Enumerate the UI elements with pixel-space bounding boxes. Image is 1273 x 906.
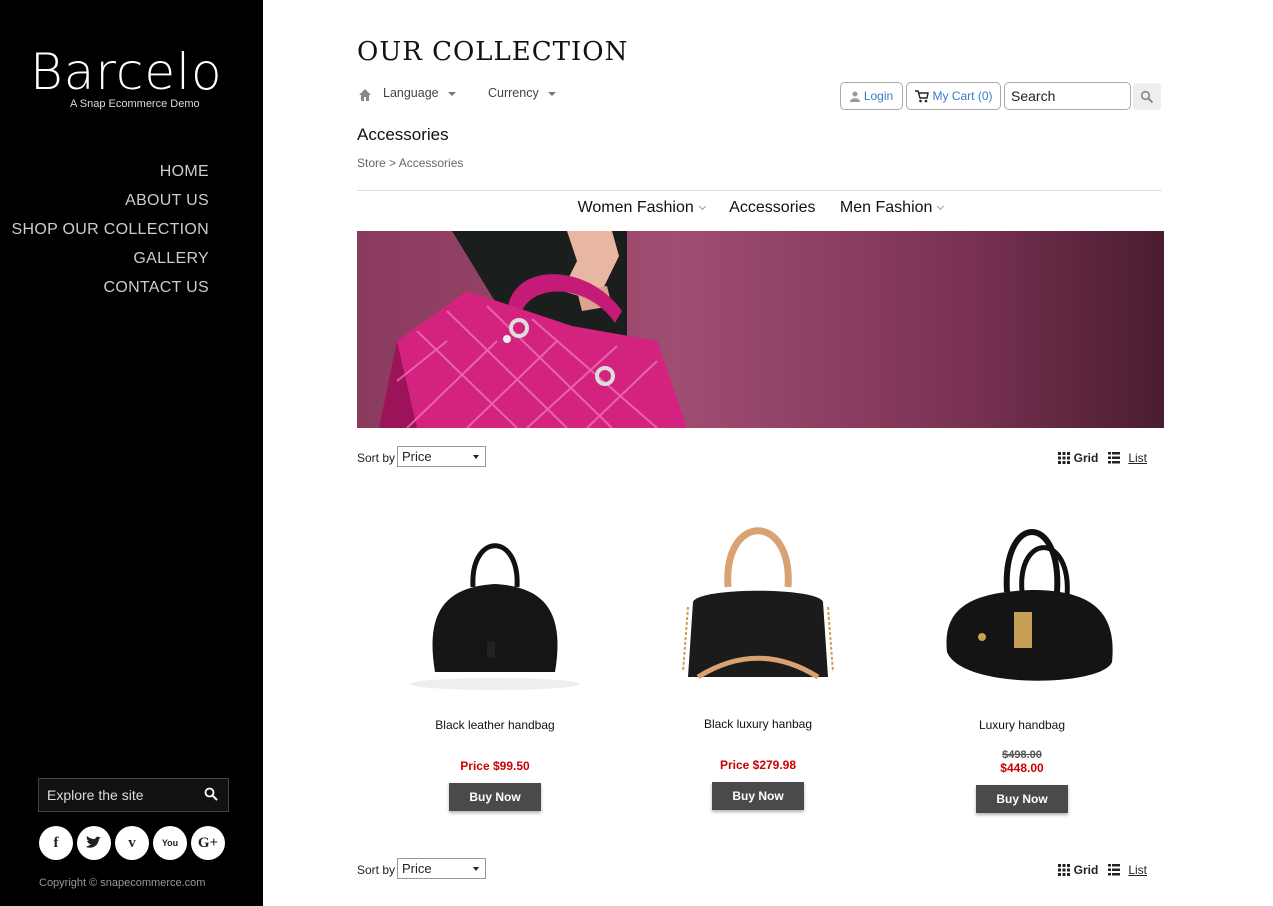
- grid-icon[interactable]: [1057, 864, 1070, 876]
- product-image[interactable]: [395, 512, 595, 697]
- sort-label: Sort by: [357, 863, 396, 877]
- chevron-down-icon: [937, 202, 945, 211]
- banner-handbag-image: [379, 231, 687, 428]
- chevron-down-icon: [447, 91, 456, 96]
- home-icon[interactable]: [358, 88, 372, 102]
- category-title: Accessories: [357, 125, 449, 144]
- nav-shop-collection[interactable]: SHOP OUR COLLECTION: [12, 215, 209, 244]
- sort-value: Price: [402, 861, 432, 876]
- logo-title: Barcelo: [30, 43, 223, 101]
- explore-search: [38, 778, 229, 812]
- cart-icon: [914, 89, 929, 102]
- language-label: Language: [383, 86, 439, 100]
- chevron-down-icon: [473, 455, 479, 459]
- product-name[interactable]: Black luxury hanbag: [643, 717, 873, 731]
- category-banner: [357, 231, 1164, 428]
- list-icon[interactable]: [1108, 452, 1121, 464]
- cart-button[interactable]: My Cart (0): [906, 82, 1001, 110]
- product-old-price: $498.00: [1002, 749, 1042, 761]
- view-toggle: Grid List: [1057, 451, 1147, 465]
- breadcrumb[interactable]: Store > Accessories: [357, 156, 463, 170]
- youtube-icon[interactable]: You: [153, 826, 187, 860]
- nav-gallery[interactable]: GALLERY: [12, 244, 209, 273]
- sort-value: Price: [402, 449, 432, 464]
- buy-now-button[interactable]: Buy Now: [449, 783, 541, 811]
- catnav-accessories[interactable]: Accessories: [729, 199, 815, 217]
- list-icon[interactable]: [1108, 864, 1121, 876]
- product-price: Price $99.50: [460, 759, 530, 773]
- search-icon: [1140, 90, 1154, 103]
- cart-label: My Cart (0): [932, 89, 993, 103]
- social-links: f v You G+: [39, 826, 225, 860]
- product-image[interactable]: [658, 512, 858, 697]
- catnav-label: Women Fashion: [577, 199, 694, 216]
- sort-bar-top: Sort by Price Grid List: [357, 446, 1147, 470]
- login-button[interactable]: Login: [840, 82, 903, 110]
- grid-view-label[interactable]: Grid: [1074, 451, 1099, 465]
- sort-label: Sort by: [357, 451, 396, 465]
- currency-dropdown[interactable]: Currency: [488, 86, 556, 100]
- buy-now-button[interactable]: Buy Now: [976, 785, 1068, 813]
- grid-icon[interactable]: [1057, 452, 1070, 464]
- catnav-men-fashion[interactable]: Men Fashion: [839, 199, 945, 217]
- view-toggle: Grid List: [1057, 863, 1147, 877]
- buy-now-button[interactable]: Buy Now: [712, 782, 804, 810]
- search-input[interactable]: [1004, 82, 1131, 110]
- twitter-icon[interactable]: [77, 826, 111, 860]
- logo[interactable]: Barcelo A Snap Ecommerce Demo: [30, 43, 223, 110]
- sort-bar-bottom: Sort by Price Grid List: [357, 858, 1147, 882]
- chevron-down-icon: [473, 867, 479, 871]
- list-view-link[interactable]: List: [1128, 451, 1147, 465]
- currency-label: Currency: [488, 86, 539, 100]
- top-bar: Language Currency Login My Cart (0): [357, 82, 1164, 112]
- sort-select[interactable]: Price: [397, 446, 486, 467]
- product-name[interactable]: Black leather handbag: [380, 718, 610, 732]
- product-card: Luxury handbag $498.00 $448.00 Buy Now: [907, 512, 1137, 813]
- catnav-women-fashion[interactable]: Women Fashion: [577, 199, 706, 217]
- product-card: Black leather handbag Price $99.50 Buy N…: [380, 512, 610, 811]
- product-card: Black luxury hanbag Price $279.98 Buy No…: [643, 512, 873, 810]
- product-price: Price $279.98: [719, 758, 797, 772]
- language-dropdown[interactable]: Language: [383, 86, 456, 100]
- sort-select[interactable]: Price: [397, 858, 486, 879]
- login-label: Login: [863, 89, 894, 103]
- vimeo-icon[interactable]: v: [115, 826, 149, 860]
- nav-home[interactable]: HOME: [12, 157, 209, 186]
- user-icon: [849, 91, 860, 102]
- side-nav: HOME ABOUT US SHOP OUR COLLECTION GALLER…: [12, 157, 209, 302]
- category-nav: Women Fashion Accessories Men Fashion: [357, 199, 1164, 217]
- divider: [357, 190, 1162, 191]
- sidebar: Barcelo A Snap Ecommerce Demo HOME ABOUT…: [0, 0, 263, 906]
- copyright: Copyright © snapecommerce.com: [39, 877, 206, 889]
- product-name[interactable]: Luxury handbag: [907, 718, 1137, 732]
- nav-about-us[interactable]: ABOUT US: [12, 186, 209, 215]
- product-price: $448.00: [1000, 761, 1044, 775]
- nav-contact-us[interactable]: CONTACT US: [12, 273, 209, 302]
- page-title: OUR COLLECTION: [357, 37, 629, 67]
- facebook-icon[interactable]: f: [39, 826, 73, 860]
- product-image[interactable]: [922, 512, 1122, 697]
- grid-view-label[interactable]: Grid: [1074, 863, 1099, 877]
- search-icon[interactable]: [204, 787, 218, 801]
- search-button[interactable]: [1133, 83, 1161, 110]
- catnav-label: Men Fashion: [839, 199, 933, 216]
- google-plus-icon[interactable]: G+: [191, 826, 225, 860]
- chevron-down-icon: [698, 202, 706, 211]
- explore-search-input[interactable]: [39, 779, 199, 811]
- chevron-down-icon: [547, 91, 556, 96]
- catnav-label: Accessories: [729, 199, 816, 216]
- list-view-link[interactable]: List: [1128, 863, 1147, 877]
